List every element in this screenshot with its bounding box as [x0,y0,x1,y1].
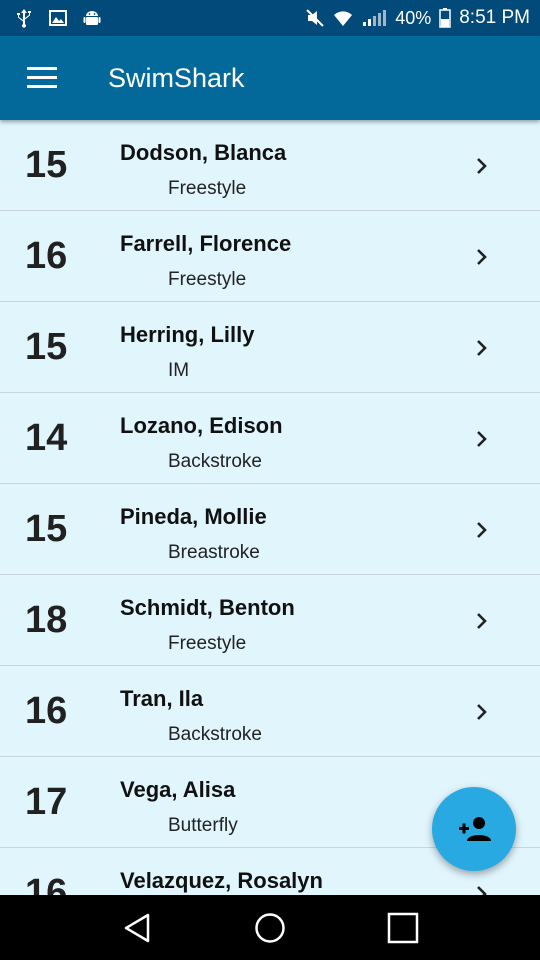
swimmer-row[interactable]: 15 Dodson, Blanca Freestyle [0,120,540,211]
swimmer-age: 16 [25,690,68,732]
navigation-bar [0,895,540,960]
signal-icon [363,10,387,26]
mute-icon [306,9,324,27]
chevron-right-icon [477,158,487,174]
swimmer-name: Schmidt, Benton [120,595,295,620]
swimmer-age: 18 [25,599,68,641]
swimmer-stroke: Freestyle [168,178,247,199]
swimmer-row[interactable]: 16 Tran, Ila Backstroke [0,666,540,757]
swimmer-row[interactable]: 18 Schmidt, Benton Freestyle [0,575,540,666]
swimmer-age: 16 [25,235,68,277]
home-icon [255,912,285,943]
add-person-icon [459,817,491,841]
android-icon [83,11,101,25]
usb-icon [17,9,31,28]
clock: 8:51 PM [459,7,530,28]
swimmer-stroke: Backstroke [168,451,262,472]
swimmer-row[interactable]: 15 Pineda, Mollie Breastroke [0,484,540,575]
recents-icon [388,912,419,943]
hamburger-menu-icon [27,67,57,88]
chevron-right-icon [477,613,487,629]
swimmer-name: Herring, Lilly [120,322,255,347]
image-icon [49,10,67,26]
swimmer-name: Farrell, Florence [120,231,292,256]
chevron-right-icon [477,431,487,447]
swimmer-name: Pineda, Mollie [120,504,267,529]
swimmer-stroke: Backstroke [168,724,262,745]
swimmer-age: 15 [25,326,68,368]
swimmer-name: Velazquez, Rosalyn [120,868,323,893]
chevron-right-icon [477,249,487,265]
chevron-right-icon [477,340,487,356]
swimmer-age: 17 [25,781,68,823]
battery-icon [439,8,451,28]
swimmer-stroke: IM [168,360,190,381]
swimmer-row[interactable]: 14 Lozano, Edison Backstroke [0,393,540,484]
chevron-right-icon [477,704,487,720]
battery-percent: 40% [395,7,432,28]
swimmer-name: Dodson, Blanca [120,140,287,165]
swimmer-name: Tran, Ila [120,686,204,711]
swimmer-stroke: Freestyle [168,269,247,290]
swimmer-name: Lozano, Edison [120,413,283,438]
wifi-icon [334,11,353,26]
swimmer-list[interactable]: 15 Dodson, Blanca Freestyle 16 Farrell, Flor… [0,120,540,895]
app-title: SwimShark [108,62,245,93]
swimmer-age: 15 [25,144,68,186]
add-swimmer-button[interactable] [432,787,516,871]
app-bar: SwimShark [0,36,540,120]
swimmer-row[interactable]: 15 Herring, Lilly IM [0,302,540,393]
swimmer-stroke: Butterfly [168,815,238,836]
menu-button[interactable] [0,36,84,120]
swimmer-age: 16 [25,872,68,895]
status-left-icons [14,8,102,28]
swimmer-age: 14 [25,417,68,459]
chevron-right-icon [477,886,487,895]
swimmer-age: 15 [25,508,68,550]
swimmer-stroke: Freestyle [168,633,247,654]
swimmer-stroke: Breastroke [168,542,260,563]
back-icon [124,913,149,942]
swimmer-name: Vega, Alisa [120,777,236,802]
status-bar: 40% 8:51 PM [0,0,540,36]
home-button[interactable] [250,908,290,948]
status-right-icons: 40% 8:51 PM [305,7,530,29]
swimmer-row[interactable]: 16 Farrell, Florence Freestyle [0,211,540,302]
recents-button[interactable] [383,908,423,948]
back-button[interactable] [117,908,157,948]
chevron-right-icon [477,522,487,538]
